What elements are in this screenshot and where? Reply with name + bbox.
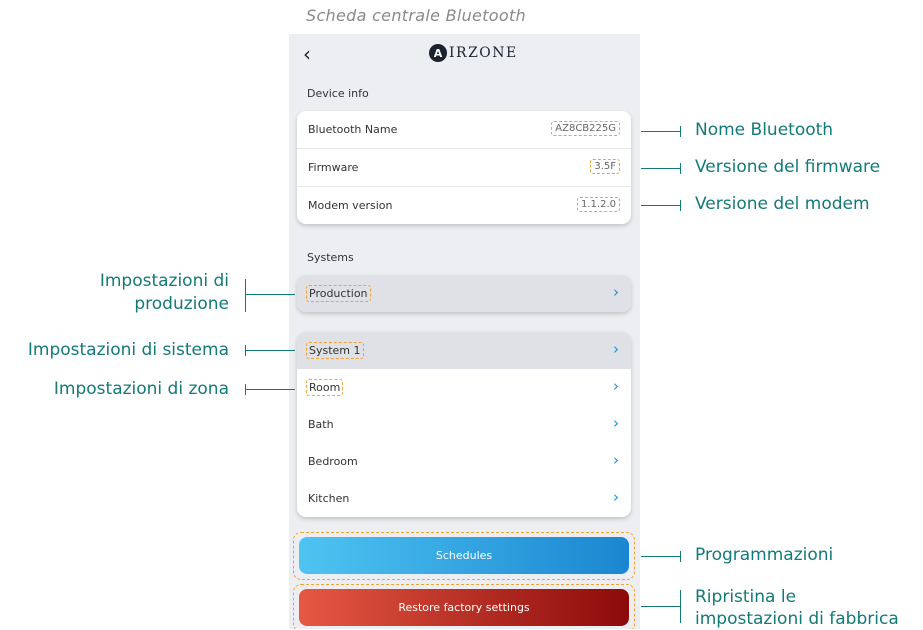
zone-label: Bath [308, 418, 334, 431]
annotation-system: Impostazioni di sistema [27, 340, 229, 360]
callout-tick [680, 126, 681, 137]
logo-mark: A [429, 44, 447, 62]
callout-line [245, 350, 295, 351]
top-bar: ‹ A IRZONE [289, 34, 640, 74]
info-label: Firmware [308, 161, 359, 174]
chevron-right-icon: › [613, 488, 619, 506]
callout-line [245, 389, 295, 390]
callout-line [245, 294, 295, 295]
chevron-right-icon: › [613, 340, 619, 358]
annotation-firmware: Versione del firmware [695, 157, 881, 177]
info-label: Modem version [308, 199, 393, 212]
info-label: Bluetooth Name [308, 123, 398, 136]
annotation-restore-line2: impostazioni di fabbrica [695, 609, 899, 629]
annotation-production: Impostazioni di produzione [100, 270, 229, 316]
chevron-right-icon: › [613, 377, 619, 395]
callout-line [641, 606, 680, 607]
chevron-right-icon: › [613, 283, 619, 301]
device-info-title: Device info [307, 87, 369, 100]
callout-bracket [245, 279, 246, 312]
callout-line [641, 205, 680, 206]
annotation-restore-line1: Ripristina le [695, 587, 797, 607]
annotation-production-line2: produzione [134, 294, 229, 314]
screen-caption: Scheda centrale Bluetooth [306, 6, 526, 25]
zone-label: Bedroom [308, 455, 358, 468]
zone-item-bath[interactable]: Bath › [297, 406, 631, 443]
system-card: System 1 › Room › Bath › Bedroom › Kitch… [297, 332, 631, 517]
info-value: 1.1.2.0 [577, 197, 620, 212]
annotation-production-line1: Impostazioni di [99, 271, 229, 291]
systems-title: Systems [307, 251, 354, 264]
chevron-right-icon: › [613, 451, 619, 469]
callout-tick [680, 163, 681, 174]
zone-label: Room [306, 379, 344, 396]
annotation-modem: Versione del modem [695, 194, 870, 214]
zone-item-room[interactable]: Room › [297, 369, 631, 406]
production-label: Production [306, 285, 371, 302]
schedules-highlight: Schedules [293, 532, 635, 580]
info-row-firmware: Firmware 3.5F [297, 149, 631, 187]
system-item[interactable]: System 1 › [297, 332, 631, 369]
callout-tick [680, 200, 681, 211]
app-screen: ‹ A IRZONE Device info Bluetooth Name AZ… [289, 34, 640, 629]
logo-text: IRZONE [449, 45, 518, 61]
zone-item-kitchen[interactable]: Kitchen › [297, 480, 631, 517]
airzone-logo: A IRZONE [429, 44, 518, 62]
zone-item-bedroom[interactable]: Bedroom › [297, 443, 631, 480]
annotation-zone: Impostazioni di zona [53, 379, 229, 399]
info-row-modem-version: Modem version 1.1.2.0 [297, 187, 631, 224]
callout-line [641, 556, 680, 557]
restore-factory-button[interactable]: Restore factory settings [299, 589, 629, 626]
restore-highlight: Restore factory settings [293, 584, 635, 629]
callout-bracket [680, 590, 681, 623]
annotation-bluetooth-name: Nome Bluetooth [695, 120, 834, 140]
callout-line [641, 168, 680, 169]
zone-label: Kitchen [308, 492, 350, 505]
info-row-bluetooth-name: Bluetooth Name AZ8CB225G [297, 111, 631, 149]
callout-line [641, 131, 680, 132]
info-value: AZ8CB225G [551, 121, 620, 136]
chevron-right-icon: › [613, 414, 619, 432]
callout-tick [680, 551, 681, 562]
annotation-schedules: Programmazioni [695, 545, 834, 565]
production-card: Production › [297, 275, 631, 312]
back-arrow-icon[interactable]: ‹ [303, 42, 311, 66]
annotation-restore: Ripristina le impostazioni di fabbrica [695, 586, 899, 630]
system-label: System 1 [306, 342, 364, 359]
device-info-card: Bluetooth Name AZ8CB225G Firmware 3.5F M… [297, 111, 631, 224]
production-item[interactable]: Production › [297, 275, 631, 312]
info-value: 3.5F [590, 159, 620, 174]
schedules-button[interactable]: Schedules [299, 537, 629, 574]
